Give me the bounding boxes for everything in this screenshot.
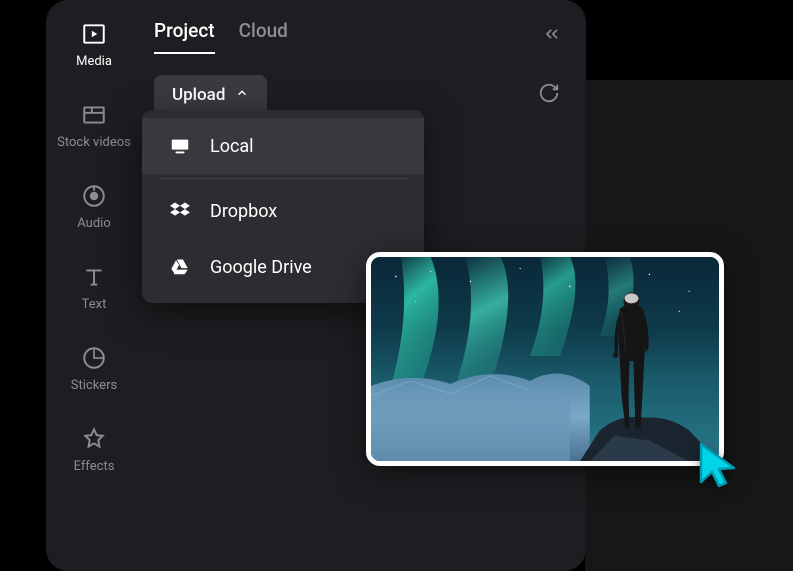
effects-icon — [80, 425, 108, 453]
sidebar-item-label: Text — [82, 297, 107, 312]
sidebar-item-media[interactable]: Media — [46, 16, 142, 73]
divider — [158, 178, 408, 179]
computer-icon — [168, 134, 192, 158]
refresh-button[interactable] — [530, 74, 568, 116]
tab-project[interactable]: Project — [154, 19, 215, 54]
upload-button[interactable]: Upload — [154, 75, 267, 115]
upload-button-label: Upload — [172, 85, 225, 105]
cursor-icon — [696, 440, 746, 498]
media-icon — [80, 20, 108, 48]
media-thumbnail[interactable] — [366, 252, 724, 466]
sidebar-item-effects[interactable]: Effects — [46, 421, 142, 478]
sidebar-item-audio[interactable]: Audio — [46, 178, 142, 235]
sidebar-item-text[interactable]: Text — [46, 259, 142, 316]
google-drive-icon — [168, 255, 192, 279]
upload-option-local[interactable]: Local — [142, 118, 424, 174]
sidebar-item-label: Effects — [74, 459, 115, 474]
tabs: Project Cloud — [154, 19, 288, 54]
sidebar-item-stickers[interactable]: Stickers — [46, 340, 142, 397]
sidebar-item-label: Media — [76, 54, 112, 69]
stock-videos-icon — [80, 101, 108, 129]
dropbox-icon — [168, 199, 192, 223]
tool-sidebar: Media Stock videos Audio — [46, 0, 142, 571]
collapse-panel-button[interactable] — [536, 18, 568, 54]
sidebar-item-label: Stickers — [71, 378, 117, 393]
upload-option-dropbox[interactable]: Dropbox — [142, 183, 424, 239]
tab-row: Project Cloud — [154, 18, 568, 54]
sidebar-item-label: Stock videos — [57, 135, 131, 150]
chevron-up-icon — [235, 85, 249, 105]
audio-icon — [80, 182, 108, 210]
stickers-icon — [80, 344, 108, 372]
sidebar-item-label: Audio — [77, 216, 110, 231]
dropdown-item-label: Local — [210, 136, 254, 157]
dropdown-item-label: Google Drive — [210, 257, 312, 278]
dropdown-item-label: Dropbox — [210, 201, 277, 222]
tab-cloud[interactable]: Cloud — [239, 19, 288, 54]
text-icon — [80, 263, 108, 291]
sidebar-item-stock-videos[interactable]: Stock videos — [46, 97, 142, 154]
